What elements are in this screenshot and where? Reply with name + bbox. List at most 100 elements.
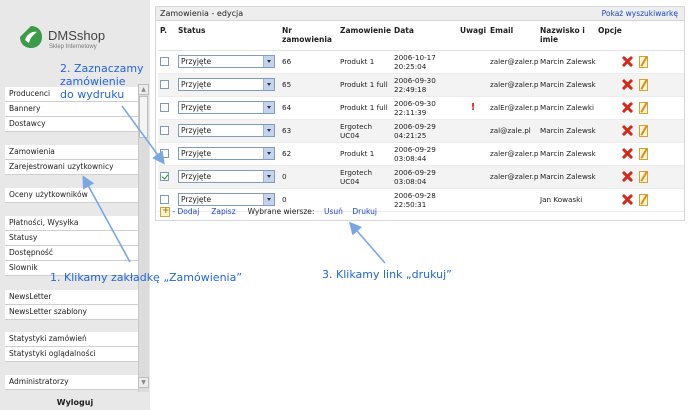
table-actions: - Dodaj Zapisz Wybrane wiersze: Usuń Dru… — [160, 206, 377, 221]
row-checkbox[interactable] — [160, 103, 169, 113]
edit-icon[interactable] — [639, 170, 648, 183]
row-cell-checkbox — [158, 50, 176, 74]
status-select-value: Przyjęte — [181, 149, 212, 158]
print-link[interactable]: Drukuj — [352, 207, 377, 216]
row-cell-status: Przyjęte — [176, 73, 280, 97]
row-cell-date: 2006-09-28 22:50:31 — [392, 188, 458, 212]
row-cell-date: 2006-09-29 03:08:04 — [392, 165, 458, 189]
edit-icon[interactable] — [639, 124, 648, 137]
row-cell-note — [458, 73, 488, 97]
delete-icon[interactable] — [622, 148, 633, 159]
edit-icon[interactable] — [639, 78, 648, 91]
sidebar-item-statystyki-ogladalnosci[interactable]: Statystyki oglądalności — [5, 347, 138, 362]
row-cell-note — [458, 165, 488, 189]
row-name: Marcin Zalewski — [538, 50, 596, 74]
row-date: 2006-09-29 — [394, 167, 436, 177]
row-cell-checkbox — [158, 73, 176, 97]
sidebar-item-bannery[interactable]: Bannery — [5, 102, 138, 117]
sidebar-item-dostawcy[interactable]: Dostawcy — [5, 117, 138, 132]
sidebar-item-oceny[interactable]: Oceny użytkowników — [5, 188, 138, 203]
row-name: Marcin Zalewski — [538, 73, 596, 97]
sidebar-item-zamowienia[interactable]: Zamowienia — [5, 145, 138, 160]
row-name: Marcin Zalewski — [538, 142, 596, 166]
row-cell-checkbox — [158, 96, 176, 120]
status-select[interactable]: Przyjęte — [178, 170, 275, 183]
row-product: Ergotech UC04 — [340, 167, 373, 186]
row-date: 2006-09-29 — [394, 144, 436, 154]
row-date: 2006-09-29 — [394, 121, 436, 131]
add-link[interactable]: - Dodaj — [172, 207, 199, 216]
save-link[interactable]: Zapisz — [211, 207, 235, 216]
row-cell-options — [596, 73, 684, 97]
delete-icon[interactable] — [622, 171, 633, 182]
row-cell-options — [596, 96, 684, 120]
row-checkbox[interactable] — [160, 57, 169, 67]
status-select[interactable]: Przyjęte — [178, 193, 275, 206]
scrollbar-thumb[interactable] — [139, 96, 148, 138]
column-header-data: Data — [392, 24, 458, 51]
chevron-down-icon[interactable] — [263, 148, 274, 159]
row-cell-product: Produkt 1 — [338, 50, 392, 74]
column-header-p: P. — [158, 24, 176, 51]
row-email: zaler@zaler.pl — [488, 142, 538, 166]
row-cell-date: 2006-09-29 03:08:44 — [392, 142, 458, 166]
column-header-status: Status — [176, 24, 280, 51]
chevron-down-icon[interactable] — [263, 56, 274, 67]
logout-link[interactable]: Wyloguj — [0, 398, 150, 407]
sidebar-item-statusy[interactable]: Statusy — [5, 231, 138, 246]
column-header-uwagi: Uwagi — [458, 24, 488, 51]
row-checkbox[interactable] — [160, 80, 169, 90]
row-email: zal@zale.pl — [488, 119, 538, 143]
status-select[interactable]: Przyjęte — [178, 147, 275, 160]
status-select[interactable]: Przyjęte — [178, 101, 275, 114]
row-name: Marcin Zalewki — [538, 96, 596, 120]
row-cell-date: 2006-10-17 20:25:04 — [392, 50, 458, 74]
delete-icon[interactable] — [622, 79, 633, 90]
delete-icon[interactable] — [622, 56, 633, 67]
chevron-down-icon[interactable] — [263, 194, 274, 205]
sidebar-item-dostepnosc[interactable]: Dostępność — [5, 246, 138, 261]
delete-icon[interactable] — [622, 194, 633, 205]
annotation-step2: 2. Zaznaczamy zamówienie do wydruku — [60, 62, 144, 101]
delete-icon[interactable] — [622, 125, 633, 136]
chevron-down-icon[interactable] — [263, 125, 274, 136]
scroll-down-icon[interactable]: ▼ — [138, 377, 149, 388]
row-checkbox[interactable] — [160, 172, 169, 182]
status-select[interactable]: Przyjęte — [178, 55, 275, 68]
row-date: 2006-09-28 — [394, 190, 436, 200]
delete-icon[interactable] — [622, 102, 633, 113]
row-order-number: 0 — [280, 165, 338, 189]
chevron-down-icon[interactable] — [263, 79, 274, 90]
panel-header: Zamowienia - edycja Pokaż wyszukiwarkę — [156, 7, 684, 21]
sidebar-item-platnosci[interactable]: Płatności, Wysyłka — [5, 216, 138, 231]
row-date: 2006-09-30 — [394, 98, 436, 108]
status-select[interactable]: Przyjęte — [178, 124, 275, 137]
add-icon[interactable] — [160, 206, 170, 217]
row-order-number: 66 — [280, 50, 338, 74]
sidebar-item-statystyki-zamowien[interactable]: Statystyki zamówień — [5, 332, 138, 347]
edit-icon[interactable] — [639, 101, 648, 114]
sidebar-item-administratorzy[interactable]: Administratorzy — [5, 375, 138, 390]
edit-icon[interactable] — [639, 55, 648, 68]
row-email: zaler@zaler.pl — [488, 165, 538, 189]
edit-icon[interactable] — [639, 193, 648, 206]
sidebar-item-newsletter[interactable]: NewsLetter — [5, 290, 138, 305]
chevron-down-icon[interactable] — [263, 171, 274, 182]
table-row: Przyjęte 64 Produkt 1 full 2006-09-30 22:11:… — [158, 96, 684, 120]
row-checkbox[interactable] — [160, 149, 169, 159]
sidebar-item-zarejestrowani[interactable]: Zarejestrowani uzytkownicy — [5, 160, 138, 175]
row-cell-product: Ergotech UC04 — [338, 119, 392, 143]
brand-name: DMSshop — [48, 28, 106, 43]
row-order-number: 62 — [280, 142, 338, 166]
show-search-link[interactable]: Pokaż wyszukiwarkę — [602, 9, 678, 18]
chevron-down-icon[interactable] — [263, 102, 274, 113]
delete-link[interactable]: Usuń — [324, 207, 343, 216]
edit-icon[interactable] — [639, 147, 648, 160]
table-row: Przyjęte 0 Ergotech UC04 2006-09-29 03:08:04… — [158, 165, 684, 189]
sidebar-item-newsletter-szablony[interactable]: NewsLetter szablony — [5, 305, 138, 320]
row-name: Marcin Zalewski — [538, 165, 596, 189]
status-select[interactable]: Przyjęte — [178, 78, 275, 91]
column-header-opcje: Opcje — [596, 24, 684, 51]
row-checkbox[interactable] — [160, 126, 169, 136]
row-checkbox[interactable] — [160, 195, 169, 205]
